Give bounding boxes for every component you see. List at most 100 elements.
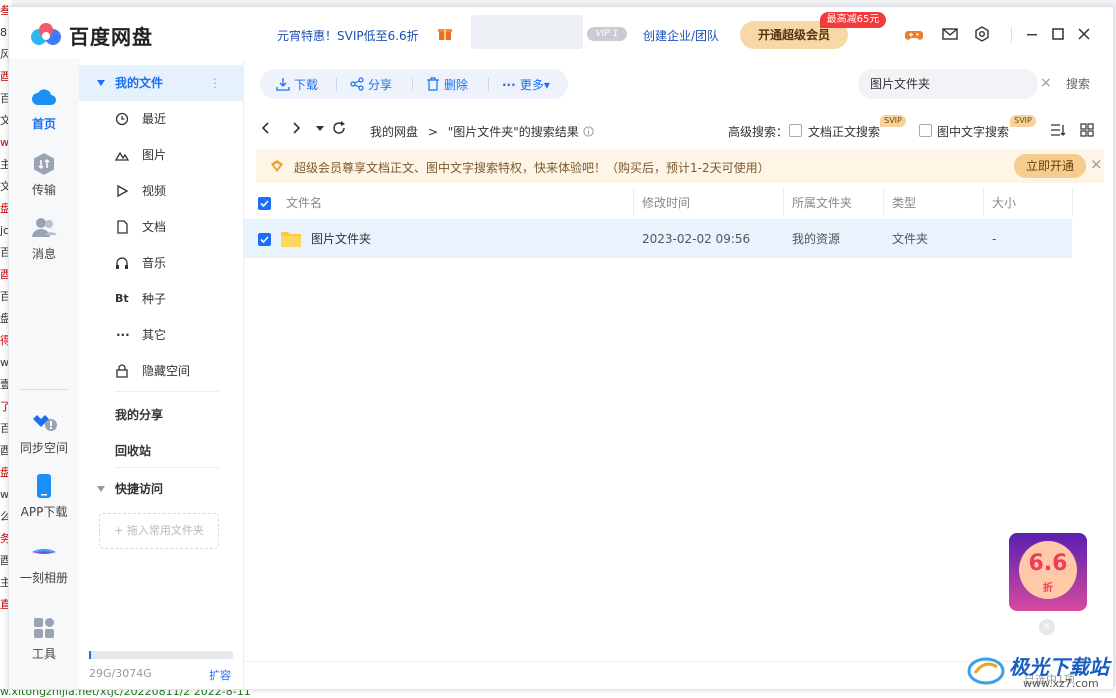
info-icon[interactable] [583,126,594,137]
column-size[interactable]: 大小 [992,187,1016,219]
title-separator [1011,27,1012,43]
column-name[interactable]: 文件名 [286,187,322,219]
tools-icon [34,618,54,638]
watermark-logo-icon [967,657,1005,685]
more-label: 更多 [519,78,544,92]
sidebar-item-music[interactable]: 音乐 [79,245,243,281]
search-button[interactable]: 搜索 [1066,75,1090,92]
sidebar-item-other[interactable]: ··· 其它 [79,317,243,353]
trash-icon [427,77,439,91]
close-promo-icon[interactable]: × [1039,619,1055,635]
delete-button[interactable]: 删除 [426,76,468,93]
img-text-search-checkbox[interactable] [919,124,932,137]
sidebar-recycle-bin[interactable]: 回收站 [79,433,243,469]
row-checkbox[interactable] [258,233,271,246]
img-text-search-label: 图中文字搜索 [937,125,1010,139]
watermark: 极光下载站 www.xz7.com [967,651,1113,689]
more-vertical-icon[interactable]: ⋮ [209,65,221,101]
refresh-icon[interactable] [332,121,346,135]
sidebar-item-documents[interactable]: 文档 [79,209,243,245]
sidebar-item-images[interactable]: 图片 [79,137,243,173]
nav-home[interactable]: 首页 [9,85,79,132]
minimize-icon[interactable] [1023,25,1041,43]
doc-search-checkbox[interactable] [789,124,802,137]
document-icon [117,220,128,234]
sidebar-quick-access[interactable]: 快捷访问 [79,471,243,507]
breadcrumb-root[interactable]: 我的网盘 [370,125,418,139]
sidebar-my-share[interactable]: 我的分享 [79,397,243,433]
storage-progress-bar [89,651,233,659]
column-separator [1072,187,1073,217]
nav-app-download[interactable]: APP下载 [9,473,79,520]
search-input[interactable] [868,75,1022,91]
more-dots-icon: ··· [502,78,520,92]
nav-transfer[interactable]: 传输 [9,151,79,198]
sidebar-item-recent[interactable]: 最近 [79,101,243,137]
sidebar-item-hidden-space[interactable]: 隐藏空间 [79,353,243,389]
nav-tools[interactable]: 工具 [9,615,79,662]
select-all-checkbox[interactable] [258,197,271,210]
grid-view-icon[interactable] [1080,123,1094,137]
breadcrumb-current: "图片文件夹"的搜索结果 [447,125,579,139]
sidebar-my-share-label: 我的分享 [115,408,164,422]
sidebar-recycle-label: 回收站 [115,444,152,458]
more-button[interactable]: ··· 更多▾ [502,76,550,93]
history-dropdown-icon[interactable] [316,125,324,133]
toolbar-separator [336,78,337,91]
sidebar-item-videos[interactable]: 视频 [79,173,243,209]
download-button[interactable]: 下载 [276,76,318,93]
nav-messages[interactable]: 消息 [9,215,79,262]
sort-icon[interactable] [1050,123,1066,137]
promo-link[interactable]: 元宵特惠！SVIP低至6.6折 [277,27,419,44]
file-folder[interactable]: 我的资源 [792,220,840,258]
sidebar-item-label: 隐藏空间 [142,364,191,378]
nav-sync-space[interactable]: 同步空间 [9,409,79,456]
share-button[interactable]: 分享 [350,76,392,93]
sidebar-my-files-label: 我的文件 [115,76,164,90]
caret-down-icon [97,486,105,492]
nav-transfer-label: 传输 [31,183,56,197]
user-avatar-blurred[interactable] [471,15,583,49]
sidebar-item-label: 种子 [142,292,167,306]
breadcrumb-separator: > [427,125,438,139]
doc-search-label: 文档正文搜索 [808,125,881,139]
file-category-sidebar: 我的文件 ⋮ 最近 图片 视频 文档 音乐 Bt 种子 ··· 其它 隐藏空间 … [79,59,244,689]
sidebar-item-label: 视频 [142,184,167,198]
floating-promo-widget[interactable]: 6.6 折 [1009,533,1087,611]
back-arrow-icon[interactable] [260,121,272,135]
promo-unit: 折 [1043,583,1053,594]
sidebar-item-label: 最近 [142,112,167,126]
nav-tools-label: 工具 [31,647,56,661]
column-folder[interactable]: 所属文件夹 [792,187,852,219]
share-label: 分享 [368,78,393,92]
nav-sync-space-label: 同步空间 [19,441,68,455]
gift-icon[interactable] [437,25,453,41]
column-type[interactable]: 类型 [892,187,916,219]
sidebar-my-files[interactable]: 我的文件 ⋮ [79,65,243,101]
sidebar-item-torrents[interactable]: Bt 种子 [79,281,243,317]
file-size: - [992,232,997,246]
svip-tag: SVIP [1010,115,1036,127]
table-row[interactable]: 图片文件夹 2023-02-02 09:56 我的资源 文件夹 - [244,220,1072,258]
close-banner-icon[interactable]: × [1090,155,1103,173]
column-modified[interactable]: 修改时间 [642,187,690,219]
nav-album[interactable]: 一刻相册 [9,539,79,586]
caret-down-icon: ▾ [543,78,550,92]
file-name[interactable]: 图片文件夹 [311,220,371,258]
clear-search-icon[interactable]: × [1040,75,1052,91]
settings-icon[interactable] [973,25,991,43]
maximize-icon[interactable] [1049,25,1067,43]
bt-icon: Bt [115,292,129,305]
sidebar-quick-access-label: 快捷访问 [115,482,164,496]
close-icon[interactable] [1075,25,1093,43]
open-now-button[interactable]: 立即开通 [1014,154,1086,178]
quick-access-drop-zone[interactable]: + 拖入常用文件夹 [99,513,219,549]
column-separator [633,187,634,217]
breadcrumb: 我的网盘 > "图片文件夹"的搜索结果 [370,123,594,140]
game-icon[interactable] [905,25,923,43]
download-label: 下载 [294,78,319,92]
expand-storage-link[interactable]: 扩容 [209,667,231,683]
mail-icon[interactable] [941,25,959,43]
forward-arrow-icon[interactable] [290,121,302,135]
create-enterprise-link[interactable]: 创建企业/团队 [643,27,719,44]
